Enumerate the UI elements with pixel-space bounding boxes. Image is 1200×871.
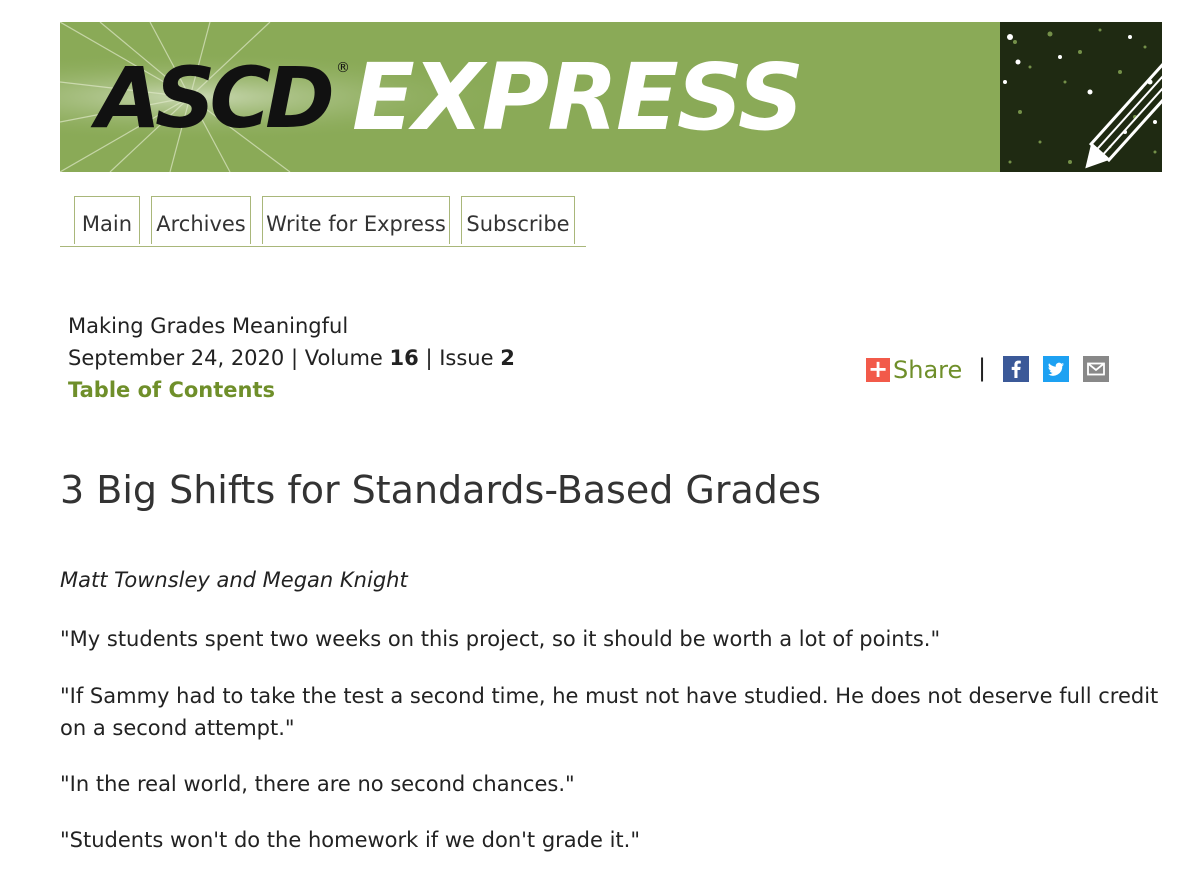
issue-theme: Making Grades Meaningful — [68, 314, 349, 338]
facebook-icon[interactable] — [1003, 356, 1029, 382]
article-paragraph: "If Sammy had to take the test a second … — [60, 684, 1159, 740]
issue-number: 2 — [500, 346, 515, 370]
issue-label: Issue — [439, 346, 494, 370]
article-paragraph: "My students spent two weeks on this pro… — [60, 627, 941, 651]
separator: | — [290, 346, 299, 370]
plus-icon[interactable]: + — [866, 357, 890, 382]
express-title: EXPRESS — [352, 44, 804, 151]
registered-mark: ® — [336, 60, 350, 76]
separator: | — [425, 346, 433, 370]
article-authors: Matt Townsley and Megan Knight — [60, 568, 408, 592]
volume-label: Volume — [304, 346, 383, 370]
table-of-contents-link[interactable]: Table of Contents — [68, 378, 275, 402]
email-icon[interactable] — [1083, 356, 1109, 382]
issue-date: September 24, 2020 — [68, 346, 285, 370]
twitter-icon[interactable] — [1043, 356, 1069, 382]
article-title: 3 Big Shifts for Standards-Based Grades — [60, 468, 822, 512]
nav-tabs: Main Archives Write for Express Subscrib… — [60, 196, 586, 247]
share-separator: | — [978, 354, 987, 382]
tab-archives[interactable]: Archives — [151, 196, 251, 244]
issue-date-line: September 24, 2020 | Volume 16 | Issue 2 — [68, 342, 515, 374]
issue-info: Making Grades Meaningful September 24, 2… — [68, 310, 515, 406]
volume-number: 16 — [389, 346, 419, 370]
tab-write-for-express[interactable]: Write for Express — [262, 196, 450, 244]
share-button[interactable]: Share — [893, 356, 962, 384]
tab-main[interactable]: Main — [74, 196, 140, 244]
ascd-express-banner[interactable]: ASCD ® EXPRESS — [60, 22, 1162, 172]
tab-subscribe[interactable]: Subscribe — [461, 196, 575, 244]
ascd-logo: ASCD — [96, 49, 335, 147]
article-paragraph: "Students won't do the homework if we do… — [60, 828, 640, 852]
article-paragraph: "In the real world, there are no second … — [60, 772, 575, 796]
